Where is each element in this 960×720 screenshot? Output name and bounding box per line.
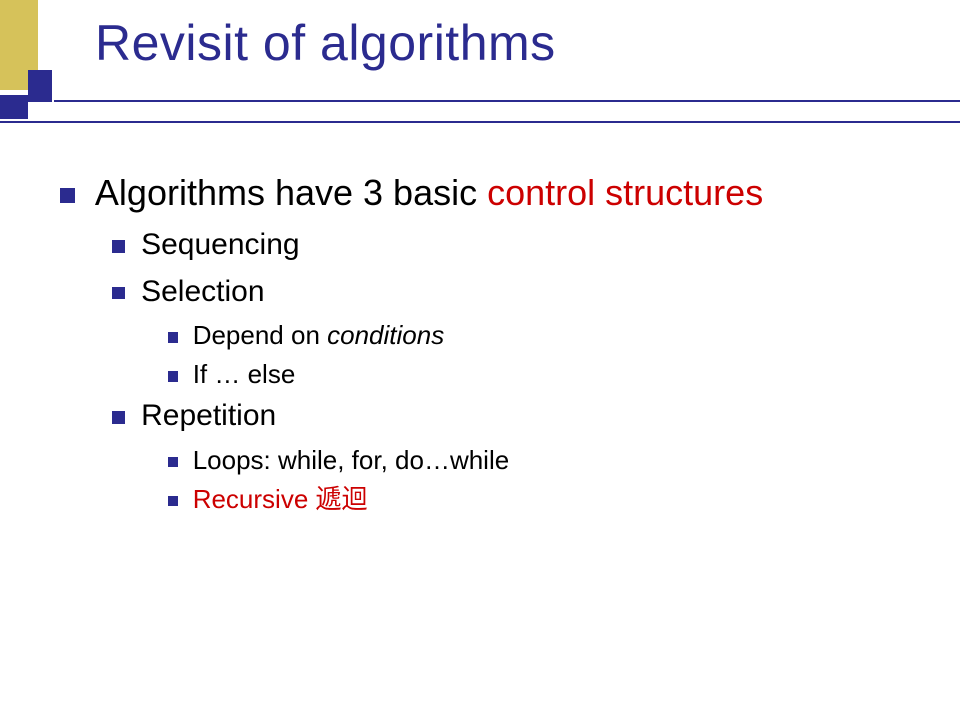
slide-title: Revisit of algorithms bbox=[95, 14, 556, 72]
intro-highlight: control structures bbox=[487, 172, 763, 213]
bullet-icon bbox=[168, 332, 178, 342]
bullet-depend-text: Depend on conditions bbox=[193, 318, 445, 353]
intro-prefix: Algorithms have 3 basic bbox=[95, 172, 487, 213]
bullet-icon bbox=[168, 496, 178, 506]
bullet-depend: Depend on conditions bbox=[168, 318, 930, 353]
title-underline bbox=[54, 100, 960, 102]
decor-navy-block-left bbox=[0, 95, 28, 119]
slide: Revisit of algorithms Algorithms have 3 … bbox=[0, 0, 960, 720]
bullet-loops-label: Loops: while, for, do…while bbox=[193, 443, 510, 478]
bullet-recursive: Recursive 遞迴 bbox=[168, 482, 930, 517]
bullet-ifelse: If … else bbox=[168, 357, 930, 392]
bullet-icon bbox=[112, 287, 125, 300]
bullet-intro: Algorithms have 3 basic control structur… bbox=[60, 170, 930, 215]
bullet-ifelse-label: If … else bbox=[193, 357, 296, 392]
bullet-repetition: Repetition bbox=[112, 396, 930, 437]
bullet-icon bbox=[60, 188, 75, 203]
bullet-icon bbox=[112, 411, 125, 424]
decor-navy-block-top bbox=[28, 70, 52, 102]
bullet-intro-text: Algorithms have 3 basic control structur… bbox=[95, 170, 763, 215]
depend-prefix: Depend on bbox=[193, 320, 327, 350]
bullet-repetition-label: Repetition bbox=[141, 396, 276, 437]
title-underline-thin bbox=[0, 121, 960, 123]
depend-italic: conditions bbox=[327, 320, 444, 350]
slide-body: Algorithms have 3 basic control structur… bbox=[60, 170, 930, 521]
bullet-selection-label: Selection bbox=[141, 272, 264, 313]
bullet-selection: Selection bbox=[112, 272, 930, 313]
bullet-sequencing: Sequencing bbox=[112, 225, 930, 266]
bullet-sequencing-label: Sequencing bbox=[141, 225, 299, 266]
bullet-icon bbox=[168, 457, 178, 467]
bullet-icon bbox=[168, 371, 178, 381]
bullet-loops: Loops: while, for, do…while bbox=[168, 443, 930, 478]
bullet-icon bbox=[112, 240, 125, 253]
bullet-recursive-label: Recursive 遞迴 bbox=[193, 482, 368, 517]
